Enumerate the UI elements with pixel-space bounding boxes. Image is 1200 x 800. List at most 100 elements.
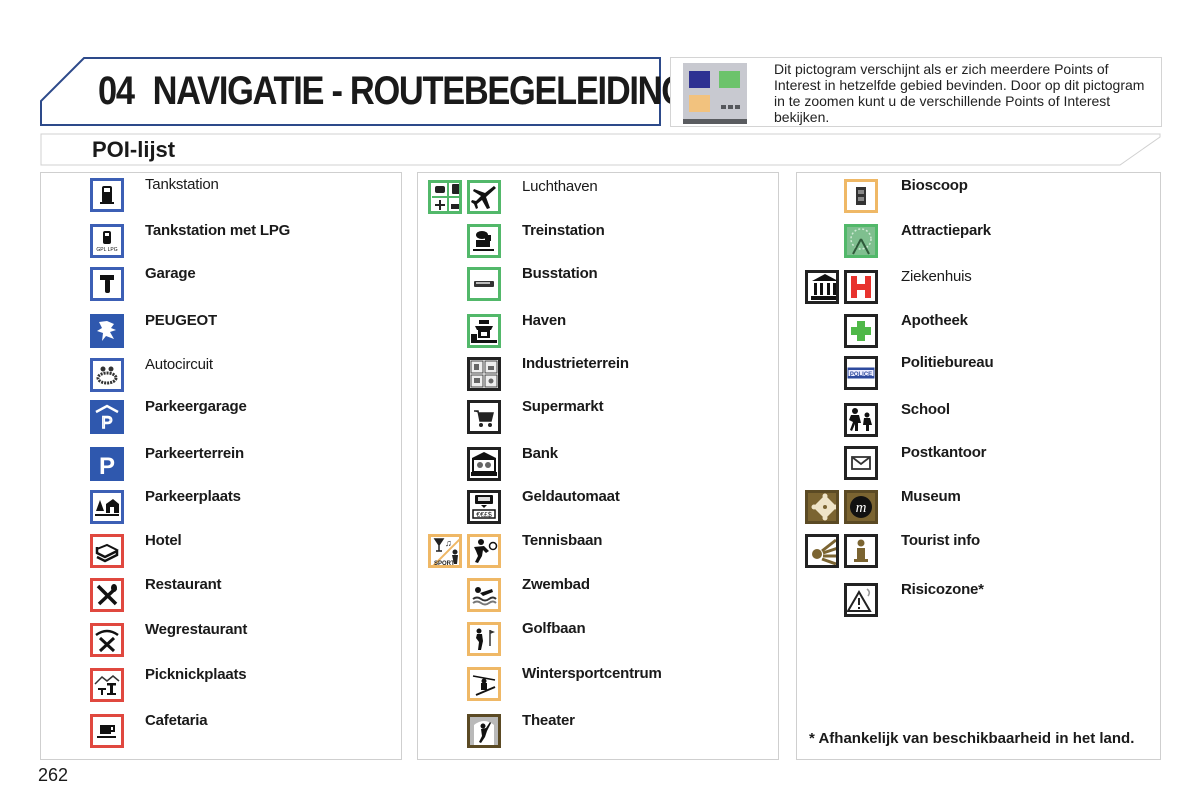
poi-list-item: Ziekenhuis: [797, 268, 1160, 308]
ferry-icon: [467, 314, 501, 348]
chapter-title: 04 NAVIGATIE - ROUTEBEGELEIDING: [98, 69, 688, 114]
poi-list-item: Theater: [418, 712, 778, 752]
train-icon: [467, 224, 501, 258]
poi-list-item: School: [797, 401, 1160, 441]
poi-label: Parkeerterrein: [145, 445, 244, 462]
poi-label: Tankstation met LPG: [145, 222, 291, 239]
info-icon: [844, 534, 878, 568]
poi-label: Politiebureau: [901, 354, 994, 371]
parking-icon: P: [90, 447, 124, 481]
poi-label: Tankstation: [145, 176, 219, 193]
poi-list-item: Busstation: [418, 265, 778, 305]
tennis-icon: [467, 534, 501, 568]
poi-list-item: ♫ SPORT Tennisbaan: [418, 532, 778, 572]
poi-list-item: Haven: [418, 312, 778, 352]
poi-list-item: Hotel: [41, 532, 401, 572]
poi-list-item: Supermarkt: [418, 398, 778, 438]
transport-group-icon: [428, 180, 462, 214]
golf-icon: [467, 622, 501, 656]
sport-leisure-group-icon: ♫ SPORT: [428, 534, 462, 568]
poi-list-item: €€£$ Geldautomaat: [418, 488, 778, 528]
poi-list-item: P Parkeergarage: [41, 398, 401, 438]
ferris-wheel-icon: [844, 224, 878, 258]
poi-label: Haven: [522, 312, 567, 329]
poi-list-item: Apotheek: [797, 312, 1160, 352]
poi-list-item: Golfbaan: [418, 620, 778, 660]
chapter-name: NAVIGATIE - ROUTEBEGELEIDING: [152, 69, 688, 113]
poi-label: Parkeergarage: [145, 398, 247, 415]
sightseeing-group-icon: [805, 534, 839, 568]
police-icon: POLICE: [844, 356, 878, 390]
poi-label: Hotel: [145, 532, 182, 549]
poi-label: Museum: [901, 488, 961, 505]
poi-label: Golfbaan: [522, 620, 586, 637]
poi-label: Postkantoor: [901, 444, 987, 461]
poi-label: Industrieterrein: [522, 355, 629, 372]
poi-list-item: Parkeerplaats: [41, 488, 401, 528]
culture-group-icon: [805, 490, 839, 524]
poi-label: Wegrestaurant: [145, 621, 248, 638]
svg-text:POLICE: POLICE: [850, 372, 872, 378]
fuel-pump-icon: [90, 178, 124, 212]
poi-list-item: Wintersportcentrum: [418, 665, 778, 705]
multiple-poi-icon: [683, 63, 747, 124]
poi-column-1: Tankstation GPL LPG Tankstation met LPG Gar…: [40, 172, 402, 760]
poi-list-item: Wegrestaurant: [41, 621, 401, 661]
poi-label: Tourist info: [901, 532, 980, 549]
ski-lift-icon: [467, 667, 501, 701]
atm-icon: €€£$: [467, 490, 501, 524]
poi-label: Cafetaria: [145, 712, 208, 729]
theater-icon: [467, 714, 501, 748]
poi-list-item: Industrieterrein: [418, 355, 778, 395]
rest-area-icon: [90, 490, 124, 524]
poi-label: Garage: [145, 265, 196, 282]
poi-label: Supermarkt: [522, 398, 604, 415]
poi-label: Parkeerplaats: [145, 488, 241, 505]
poi-column-3: * Afhankelijk van beschikbaarheid in het…: [796, 172, 1161, 760]
poi-list-item: PEUGEOT: [41, 312, 401, 352]
wrench-icon: [90, 267, 124, 301]
poi-label: Apotheek: [901, 312, 968, 329]
poi-label: Luchthaven: [522, 178, 598, 195]
poi-label: Autocircuit: [145, 356, 213, 373]
pharmacy-cross-icon: [844, 314, 878, 348]
hospital-icon: [844, 270, 878, 304]
chapter-number: 04: [98, 69, 135, 113]
poi-label: Zwembad: [522, 576, 590, 593]
coffee-cup-icon: [90, 714, 124, 748]
poi-list-item: Attractiepark: [797, 222, 1160, 262]
bank-icon: [467, 447, 501, 481]
envelope-icon: [844, 446, 878, 480]
poi-label: Tennisbaan: [522, 532, 603, 549]
poi-label: Wintersportcentrum: [522, 665, 662, 682]
section-title: POI-lijst: [92, 137, 176, 162]
poi-list-item: Risicozone*: [797, 581, 1160, 621]
section-frame: [40, 133, 1161, 166]
school-children-icon: [844, 403, 878, 437]
poi-label: Attractiepark: [901, 222, 991, 239]
poi-square-orange: [689, 95, 710, 112]
shopping-cart-icon: [467, 400, 501, 434]
poi-label: Picknickplaats: [145, 666, 247, 683]
section-header: POI-lijst: [40, 133, 1161, 166]
picnic-icon: [90, 668, 124, 702]
svg-text:P: P: [99, 453, 115, 478]
poi-list-item: Picknickplaats: [41, 666, 401, 706]
industry-icon: [467, 357, 501, 391]
poi-square-green: [719, 71, 740, 88]
fork-knife-icon: [90, 578, 124, 612]
poi-label: Bioscoop: [901, 177, 968, 194]
public-building-group-icon: [805, 270, 839, 304]
poi-list-item: P Parkeerterrein: [41, 445, 401, 485]
poi-label: Geldautomaat: [522, 488, 620, 505]
bus-icon: [467, 267, 501, 301]
poi-list-item: Garage: [41, 265, 401, 305]
poi-label: Restaurant: [145, 576, 222, 593]
more-dots: [721, 105, 741, 109]
svg-text:€€£$: €€£$: [476, 512, 492, 519]
svg-text:m: m: [856, 500, 867, 516]
svg-text:P: P: [101, 413, 112, 431]
peugeot-lion-icon: [90, 314, 124, 348]
poi-list-item: Postkantoor: [797, 444, 1160, 484]
poi-label: Theater: [522, 712, 575, 729]
